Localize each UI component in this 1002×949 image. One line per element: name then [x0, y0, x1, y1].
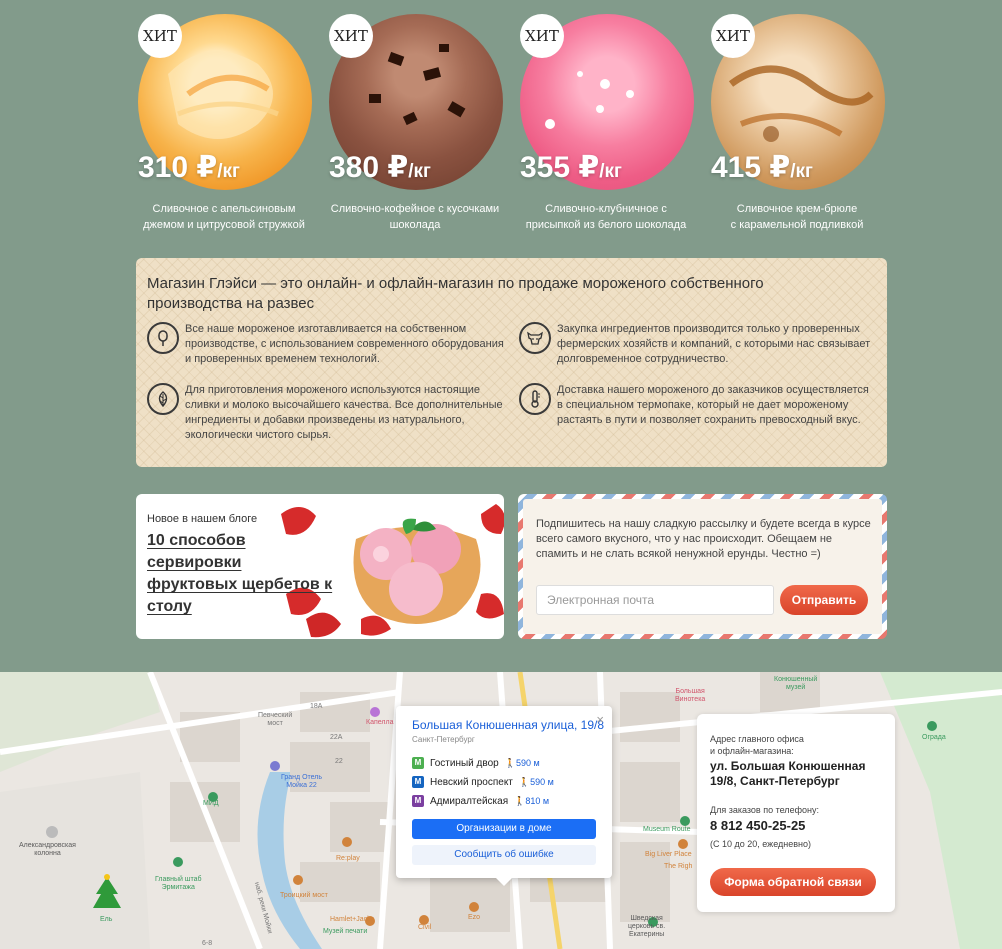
map-label: 6-8 — [202, 940, 213, 947]
about-title: Магазин Глэйси — это онлайн- и офлайн-ма… — [147, 275, 764, 312]
map-label: МИД — [203, 800, 219, 807]
newsletter-card: Подпишитесь на нашу сладкую рассылку и б… — [518, 494, 887, 639]
metro-icon: М — [412, 757, 424, 769]
blog-kicker: Новое в нашем блоге — [147, 513, 258, 525]
map-label: 22 — [335, 758, 343, 765]
subscribe-button[interactable]: Отправить — [780, 585, 868, 615]
product-card[interactable]: ХИТ 380 ₽/кг Сливочно-кофейное с кусочка… — [329, 14, 503, 239]
metro-icon: М — [412, 795, 424, 807]
map-label: Троицкий мост — [280, 892, 328, 899]
phone-caption: Для заказов по телефону: — [710, 805, 819, 815]
product-price: 415 ₽/кг — [711, 151, 813, 184]
newsletter-text: Подпишитесь на нашу сладкую рассылку и б… — [536, 518, 871, 560]
map-label: Капелла — [366, 719, 394, 726]
cow-icon — [519, 322, 551, 354]
map-label: Big Liver Place — [645, 851, 692, 858]
hit-badge: ХИТ — [520, 14, 564, 58]
metro-icon: М — [412, 776, 424, 788]
map-label: Певческий мост — [258, 712, 293, 727]
map-label: Шведская церковь св. Екатерины — [628, 915, 666, 938]
map-label: 22А — [330, 734, 343, 741]
blog-card[interactable]: Новое в нашем блоге 10 способов сервиров… — [136, 494, 504, 639]
hit-badge: ХИТ — [711, 14, 755, 58]
feature-text: Для приготовления мороженого используютс… — [185, 384, 503, 441]
map-label: Re:play — [336, 855, 360, 862]
about-section: Магазин Глэйси — это онлайн- и офлайн-ма… — [136, 258, 887, 467]
product-card[interactable]: ХИТ 310 ₽/кг Сливочное с апельсиновым дже… — [138, 14, 312, 239]
walk-distance: 🚶590 м — [518, 776, 554, 787]
organizations-button[interactable]: Организации в доме — [412, 819, 596, 839]
map-label: 18А — [310, 703, 323, 710]
close-icon[interactable]: × — [596, 712, 604, 727]
newsletter-inner: Подпишитесь на нашу сладкую рассылку и б… — [523, 499, 882, 634]
map-label: Hamlet+Jacks — [330, 916, 375, 923]
map-label: Museum Route — [643, 826, 691, 833]
map-label: Ель — [100, 916, 113, 923]
working-hours: (С 10 до 20, ежедневно) — [710, 839, 811, 849]
map-label: Главный штаб Эрмитажа — [155, 876, 202, 891]
popup-address-link[interactable]: Большая Конюшенная улица, 19/8 — [412, 718, 604, 732]
metro-name: Адмиралтейская — [430, 795, 509, 807]
product-description[interactable]: Сливочное крем-брюле с карамельной подлив… — [697, 201, 897, 233]
map-label: The Righ — [664, 863, 693, 870]
hit-badge: ХИТ — [138, 14, 182, 58]
product-description[interactable]: Сливочное с апельсиновым джемом и цитрусо… — [124, 201, 324, 233]
blog-title-link[interactable]: 10 способов сервировки фруктовых щербетов… — [147, 530, 337, 618]
walk-distance: 🚶810 м — [514, 795, 550, 806]
address-caption: Адрес главного офиса и офлайн-магазина: — [710, 734, 804, 756]
product-description[interactable]: Сливочно-клубничное с присыпкой из белого… — [506, 201, 706, 233]
map-popup: Большая Конюшенная улица, 19/8 × Санкт-П… — [396, 706, 612, 886]
product-price: 355 ₽/кг — [520, 151, 622, 184]
office-address: ул. Большая Конюшенная 19/8, Санкт-Петер… — [710, 759, 866, 788]
ice-cream-icon — [147, 322, 179, 354]
map-label: Конюшенный музей — [774, 676, 818, 691]
product-card[interactable]: ХИТ 355 ₽/кг Сливочно-клубничное с присып… — [520, 14, 694, 239]
feature-text: Все наше мороженое изготавливается на со… — [185, 323, 504, 365]
product-card[interactable]: ХИТ 415 ₽/кг Сливочное крем-брюле с карам… — [711, 14, 885, 239]
popup-city: Санкт-Петербург — [412, 735, 475, 744]
metro-station: М Невский проспект 🚶590 м — [412, 775, 554, 789]
email-input[interactable] — [536, 585, 774, 615]
hit-badge: ХИТ — [329, 14, 373, 58]
feature-text: Закупка ингредиентов производится только… — [557, 323, 871, 365]
map-label: Музей печати — [323, 928, 368, 935]
metro-name: Гостиный двор — [430, 757, 499, 769]
map-label: Ezo — [468, 914, 481, 921]
metro-name: Невский проспект — [430, 776, 513, 788]
metro-station: М Гостиный двор 🚶590 м — [412, 756, 540, 770]
map-label: Ограда — [922, 734, 946, 741]
metro-station: М Адмиралтейская 🚶810 м — [412, 794, 549, 808]
map-label: Гранд Отель Мойка 22 — [281, 774, 323, 789]
hits-section: ХИТ 310 ₽/кг Сливочное с апельсиновым дже… — [138, 14, 888, 239]
map-label: Александровская колонна — [19, 842, 76, 857]
walk-distance: 🚶590 м — [504, 757, 540, 768]
phone-number[interactable]: 8 812 450-25-25 — [710, 818, 805, 833]
leaf-icon — [147, 383, 179, 415]
product-price: 380 ₽/кг — [329, 151, 431, 184]
product-description[interactable]: Сливочно-кофейное с кусочками шоколада — [315, 201, 515, 233]
feedback-form-button[interactable]: Форма обратной связи — [710, 868, 876, 896]
map-label: Civil — [418, 924, 432, 931]
product-price: 310 ₽/кг — [138, 151, 240, 184]
report-error-button[interactable]: Сообщить об ошибке — [412, 845, 596, 865]
map-label: Большая Винотека — [675, 688, 706, 703]
feature-text: Доставка нашего мороженого до заказчиков… — [557, 384, 869, 426]
thermometer-icon — [519, 383, 551, 415]
contact-card: Адрес главного офиса и офлайн-магазина: у… — [697, 714, 895, 912]
